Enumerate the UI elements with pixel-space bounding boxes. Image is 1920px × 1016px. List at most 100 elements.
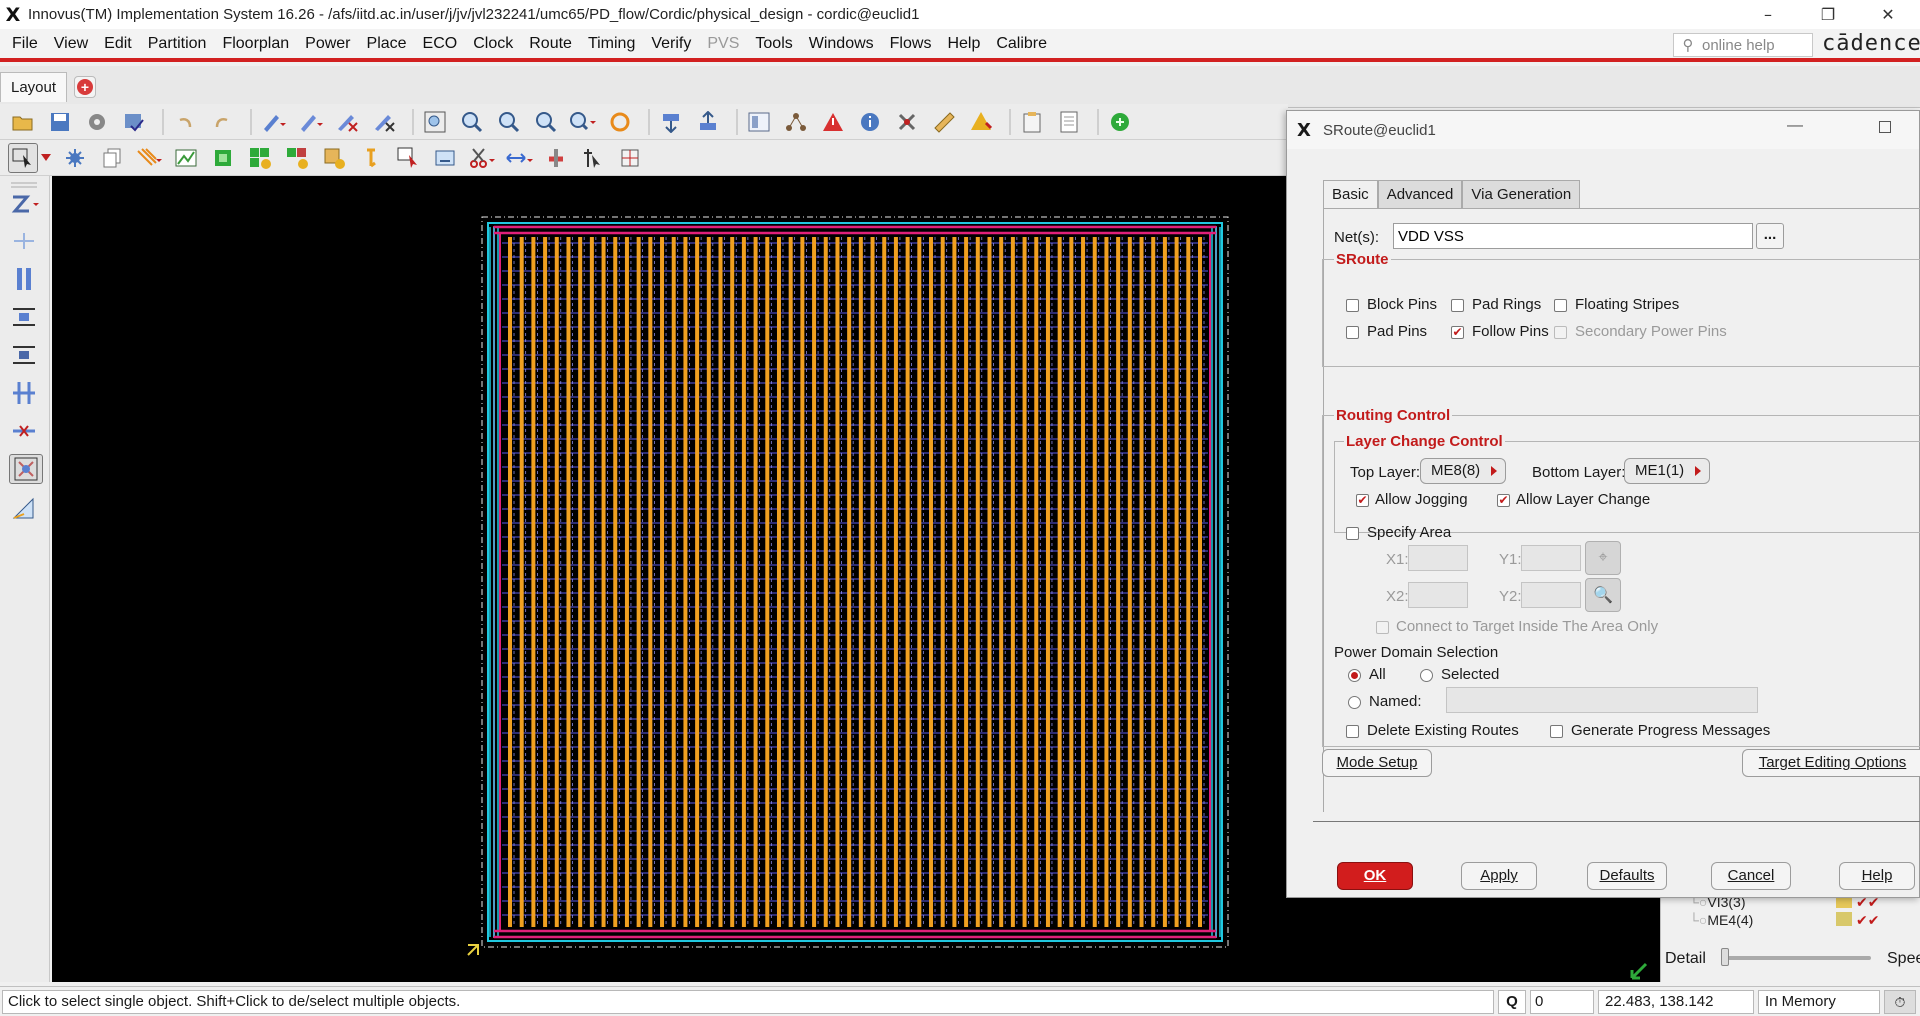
zoom-out-icon[interactable] bbox=[494, 107, 524, 137]
ruler-icon[interactable] bbox=[929, 107, 959, 137]
allow-layer-change-checkbox[interactable]: ✔ bbox=[1497, 494, 1510, 507]
resize-arrow-icon[interactable] bbox=[1628, 956, 1658, 986]
spacing-icon[interactable] bbox=[504, 143, 534, 173]
follow-pins-checkbox[interactable]: ✔ bbox=[1451, 326, 1464, 339]
notes-icon[interactable] bbox=[1054, 107, 1084, 137]
via-tool-icon[interactable] bbox=[9, 378, 39, 408]
minimize-button[interactable]: – bbox=[1740, 0, 1796, 29]
menu-tools[interactable]: Tools bbox=[747, 29, 800, 58]
pd-named-radio[interactable] bbox=[1348, 696, 1361, 709]
menu-view[interactable]: View bbox=[46, 29, 96, 58]
zoom-previous-icon[interactable] bbox=[531, 107, 561, 137]
group-icon[interactable] bbox=[319, 143, 349, 173]
cut-icon[interactable] bbox=[467, 143, 497, 173]
menu-timing[interactable]: Timing bbox=[580, 29, 643, 58]
menu-floorplan[interactable]: Floorplan bbox=[214, 29, 297, 58]
redo-icon[interactable] bbox=[207, 107, 237, 137]
pd-selected-radio[interactable] bbox=[1420, 669, 1433, 682]
trim-icon[interactable] bbox=[9, 340, 39, 370]
nets-browse-button[interactable]: ... bbox=[1756, 223, 1784, 249]
allow-jogging-checkbox[interactable]: ✔ bbox=[1356, 494, 1369, 507]
dialog-maximize-button[interactable] bbox=[1879, 121, 1891, 133]
gen-progress-checkbox[interactable] bbox=[1550, 725, 1563, 738]
zoom-selected-icon[interactable] bbox=[568, 107, 598, 137]
redraw-icon[interactable] bbox=[605, 107, 635, 137]
clipboard-icon[interactable] bbox=[1017, 107, 1047, 137]
mode-setup-button[interactable]: Mode Setup bbox=[1322, 749, 1432, 777]
cursor-ruler-icon[interactable] bbox=[578, 143, 608, 173]
pad-pins-checkbox[interactable] bbox=[1346, 326, 1359, 339]
online-help-search[interactable]: ⚲ online help bbox=[1673, 33, 1813, 57]
menu-pvs[interactable]: PVS bbox=[699, 29, 747, 58]
open-icon[interactable] bbox=[8, 107, 38, 137]
defaults-button[interactable]: Defaults bbox=[1587, 862, 1667, 890]
menu-edit[interactable]: Edit bbox=[96, 29, 140, 58]
help-button[interactable]: Help bbox=[1839, 862, 1915, 890]
tab-via-generation[interactable]: Via Generation bbox=[1462, 180, 1581, 209]
horizontal-split-icon[interactable] bbox=[9, 302, 39, 332]
net-tools-icon[interactable] bbox=[892, 107, 922, 137]
add-instance-icon[interactable] bbox=[245, 143, 275, 173]
wire-tool-icon[interactable] bbox=[134, 143, 164, 173]
delete-existing-checkbox[interactable] bbox=[1346, 725, 1359, 738]
layout-canvas[interactable] bbox=[52, 176, 1288, 982]
delete-wire-icon[interactable] bbox=[9, 416, 39, 446]
restore-button[interactable]: ❐ bbox=[1800, 0, 1856, 29]
floorplan-view-icon[interactable] bbox=[744, 107, 774, 137]
dialog-minimize-button[interactable]: — bbox=[1787, 117, 1803, 135]
cancel-button[interactable]: Cancel bbox=[1711, 862, 1791, 890]
menu-file[interactable]: File bbox=[4, 29, 46, 58]
floating-stripes-checkbox[interactable] bbox=[1554, 299, 1567, 312]
move-icon[interactable] bbox=[393, 143, 423, 173]
route-tool-icon[interactable] bbox=[9, 190, 39, 220]
menu-eco[interactable]: ECO bbox=[415, 29, 466, 58]
target-editing-button[interactable]: Target Editing Options bbox=[1742, 749, 1920, 777]
settings-icon[interactable] bbox=[82, 107, 112, 137]
bottom-layer-menu[interactable]: ME1(1) bbox=[1624, 458, 1710, 484]
menu-windows[interactable]: Windows bbox=[801, 29, 882, 58]
pin-icon[interactable] bbox=[356, 143, 386, 173]
menu-place[interactable]: Place bbox=[359, 29, 415, 58]
measure-icon[interactable] bbox=[9, 494, 39, 524]
edit-wire-icon[interactable] bbox=[966, 107, 996, 137]
close-button[interactable]: ✕ bbox=[1860, 0, 1916, 29]
specify-area-checkbox[interactable] bbox=[1346, 527, 1359, 540]
hierarchy-tree-icon[interactable] bbox=[781, 107, 811, 137]
ok-button[interactable]: OK bbox=[1337, 862, 1413, 890]
menu-clock[interactable]: Clock bbox=[465, 29, 521, 58]
design-browser-icon[interactable] bbox=[119, 107, 149, 137]
shape-edit-icon[interactable] bbox=[9, 454, 43, 484]
apply-button[interactable]: Apply bbox=[1461, 862, 1537, 890]
highlight-icon[interactable] bbox=[295, 107, 325, 137]
dehighlight-icon[interactable] bbox=[332, 107, 362, 137]
menu-flows[interactable]: Flows bbox=[882, 29, 940, 58]
stretch-icon[interactable] bbox=[430, 143, 460, 173]
block-pins-checkbox[interactable] bbox=[1346, 299, 1359, 312]
place-block-icon[interactable] bbox=[208, 143, 238, 173]
align-icon[interactable] bbox=[615, 143, 645, 173]
pd-all-radio[interactable] bbox=[1348, 669, 1361, 682]
zoom-in-icon[interactable] bbox=[457, 107, 487, 137]
violation-browser-icon[interactable] bbox=[818, 107, 848, 137]
hierarchy-up-icon[interactable] bbox=[693, 107, 723, 137]
tab-basic[interactable]: Basic bbox=[1323, 180, 1378, 209]
add-cell-icon[interactable] bbox=[282, 143, 312, 173]
add-wire-icon[interactable] bbox=[9, 226, 39, 256]
add-stripe-icon[interactable] bbox=[171, 143, 201, 173]
menu-route[interactable]: Route bbox=[521, 29, 580, 58]
info-icon[interactable] bbox=[855, 107, 885, 137]
tab-advanced[interactable]: Advanced bbox=[1377, 180, 1463, 209]
save-icon[interactable] bbox=[45, 107, 75, 137]
tab-layout[interactable]: Layout bbox=[0, 72, 68, 102]
slider-thumb[interactable] bbox=[1721, 948, 1729, 966]
detail-speed-slider[interactable] bbox=[1721, 956, 1871, 960]
select-mode-icon[interactable] bbox=[8, 142, 38, 173]
vertical-stripe-icon[interactable] bbox=[9, 264, 39, 294]
menu-partition[interactable]: Partition bbox=[140, 29, 215, 58]
dialog-title-bar[interactable]: X SRoute@euclid1 — bbox=[1287, 111, 1919, 149]
copy-icon[interactable] bbox=[97, 143, 127, 173]
hierarchy-down-icon[interactable] bbox=[656, 107, 686, 137]
menu-calibre[interactable]: Calibre bbox=[988, 29, 1055, 58]
select-icon[interactable] bbox=[258, 107, 288, 137]
timer-icon[interactable]: ⏱ bbox=[1884, 990, 1916, 1014]
